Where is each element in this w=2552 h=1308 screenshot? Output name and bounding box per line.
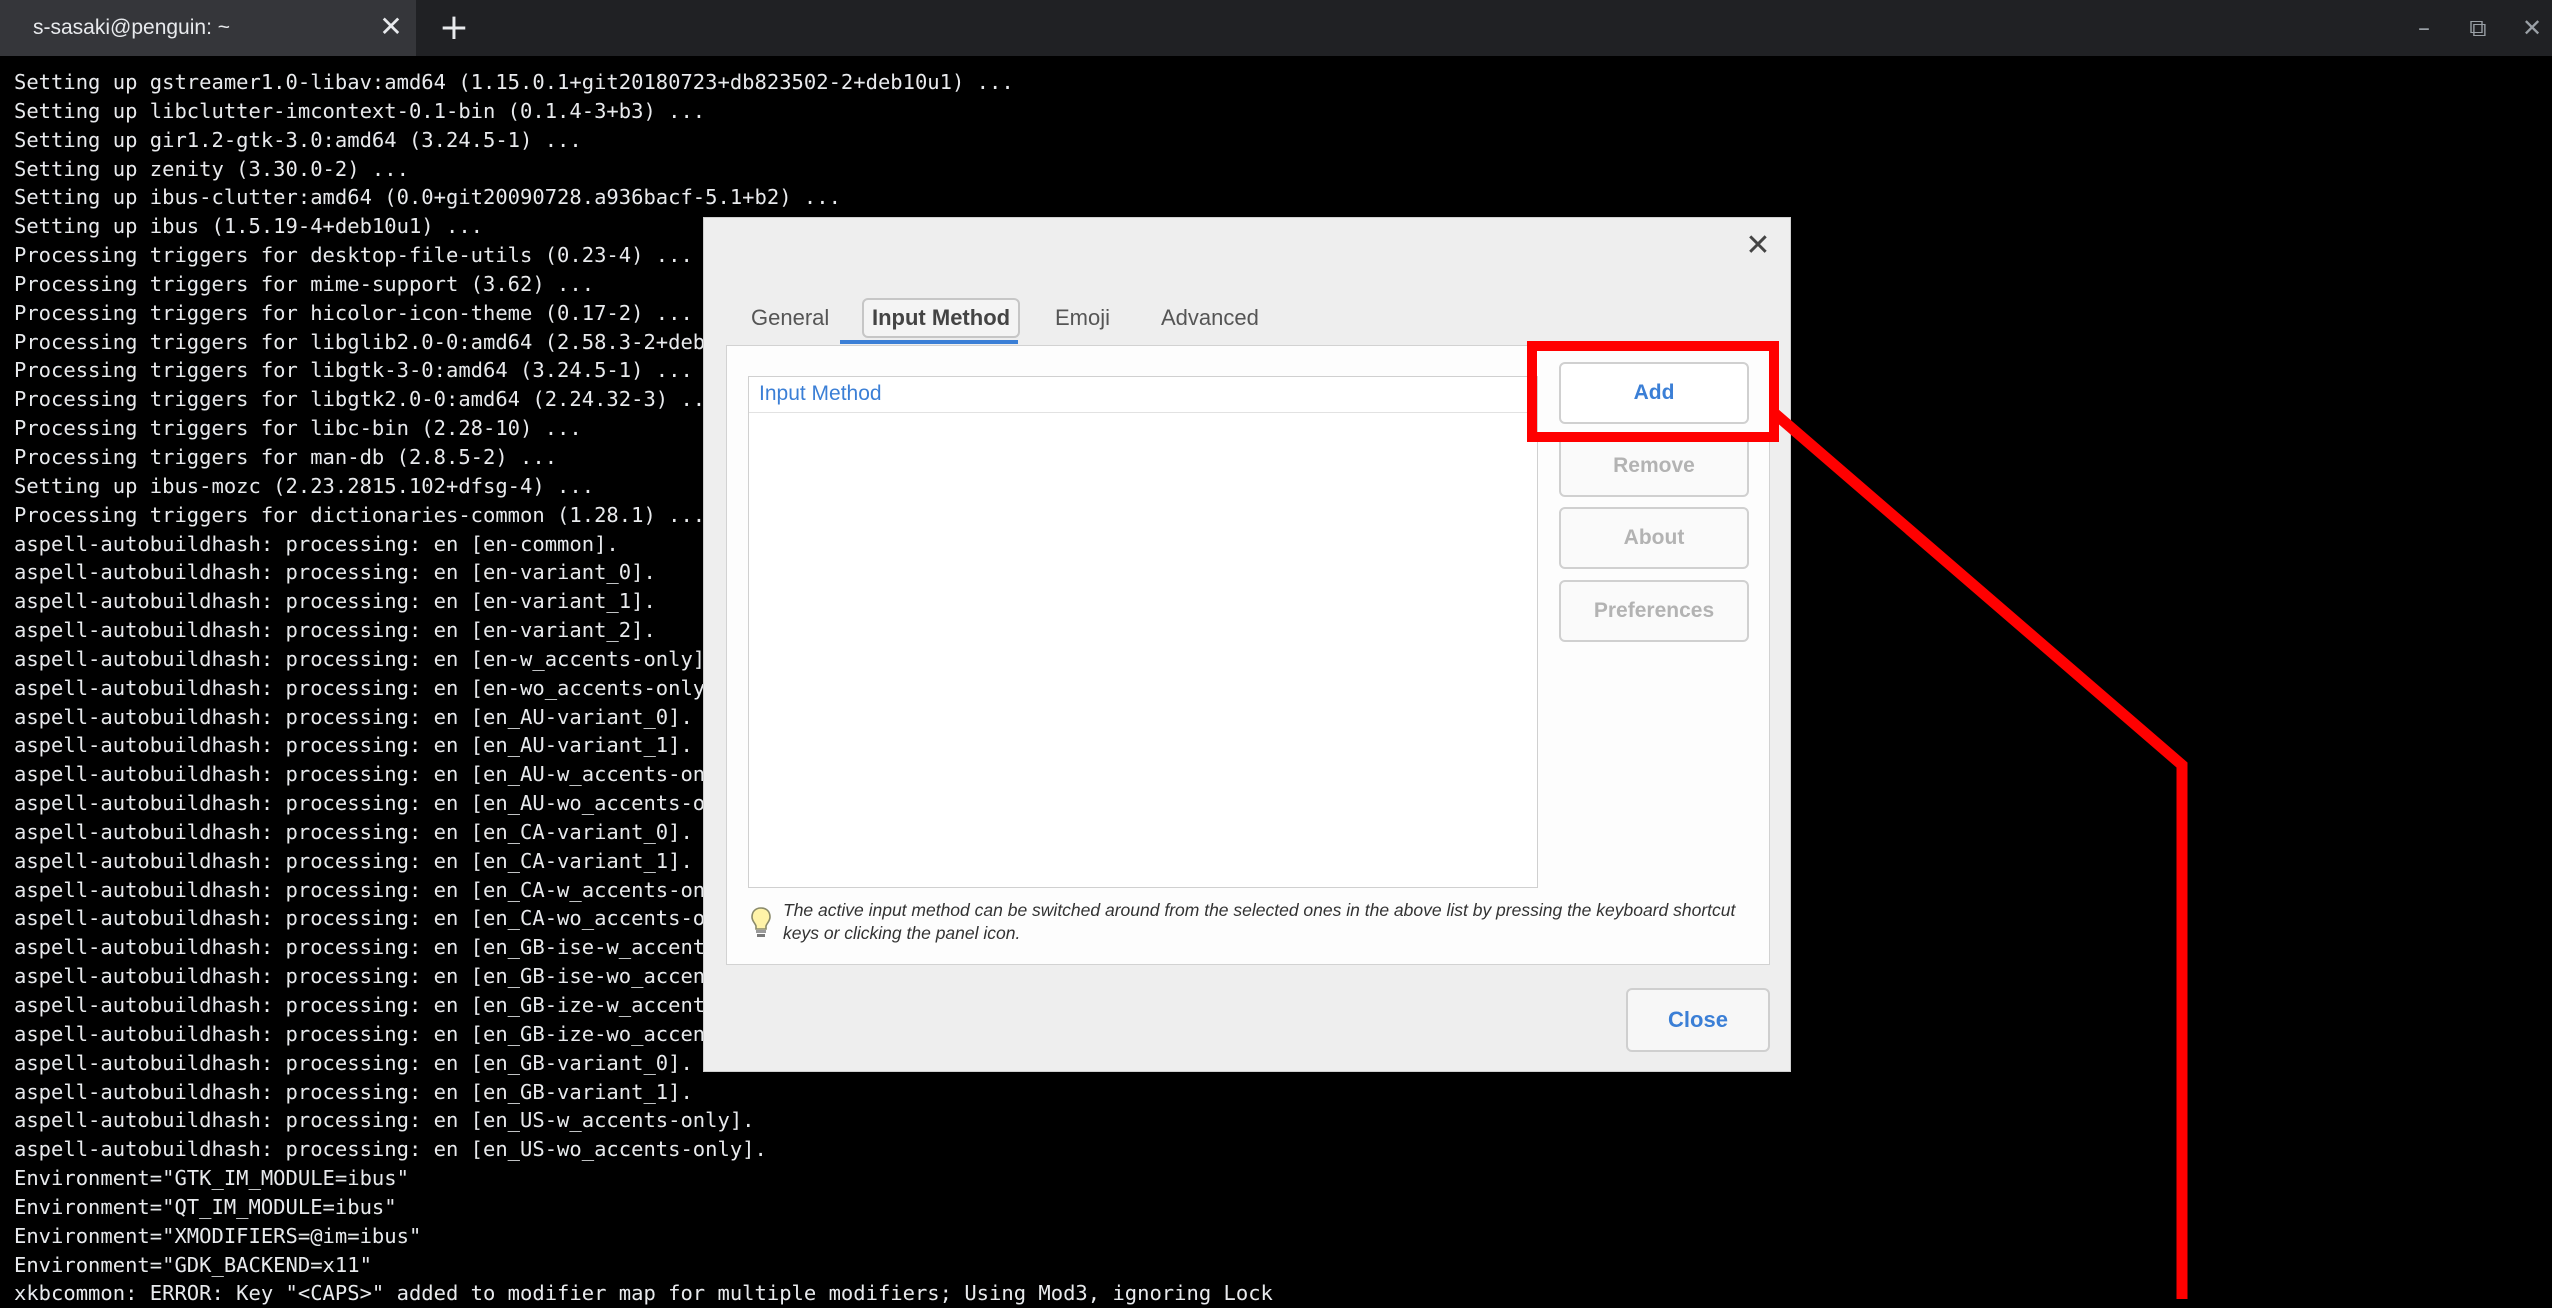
tab-emoji[interactable]: Emoji — [1055, 296, 1110, 340]
hint-text: The active input method can be switched … — [783, 900, 1736, 943]
terminal-line: Environment="QT_IM_MODULE=ibus" — [14, 1194, 397, 1219]
terminal-line: Setting up zenity (3.30.0-2) ... — [14, 156, 409, 181]
terminal-line: aspell-autobuildhash: processing: en [en… — [14, 993, 804, 1017]
terminal-line: Processing triggers for libgtk-3-0:amd64… — [14, 358, 693, 383]
preferences-button[interactable]: Preferences — [1559, 580, 1749, 642]
terminal-line: aspell-autobuildhash: processing: en [en… — [14, 964, 817, 989]
tab-input-method[interactable]: Input Method — [862, 298, 1021, 338]
terminal-line: Processing triggers for libc-bin (2.28-1… — [14, 416, 582, 441]
terminal-line: aspell-autobuildhash: processing: en [en… — [14, 1108, 755, 1133]
terminal-line: Setting up gir1.2-gtk-3.0:amd64 (3.24.5-… — [14, 127, 582, 152]
restore-icon[interactable]: ⧉ — [2461, 12, 2495, 44]
terminal-line: aspell-autobuildhash: processing: en [en… — [14, 848, 693, 873]
dialog-close-icon[interactable]: ✕ — [1740, 228, 1776, 264]
terminal-line: Processing triggers for desktop-file-uti… — [14, 243, 693, 268]
terminal-line: Environment="XMODIFIERS=@im=ibus" — [14, 1223, 422, 1248]
terminal-line: Processing triggers for mime-support (3.… — [14, 271, 595, 296]
terminal-line: Setting up ibus-clutter:amd64 (0.0+git20… — [14, 185, 841, 210]
about-button[interactable]: About — [1559, 507, 1749, 569]
tab-title: s-sasaki@penguin: ~ — [33, 16, 231, 39]
terminal-line: Processing triggers for man-db (2.8.5-2)… — [14, 444, 558, 469]
terminal-line: Environment="GDK_BACKEND=x11" — [14, 1252, 372, 1277]
terminal-line: aspell-autobuildhash: processing: en [en… — [14, 819, 693, 844]
terminal-line: Processing triggers for libglib2.0-0:amd… — [14, 329, 817, 354]
tab-general[interactable]: General — [751, 296, 829, 340]
terminal-line: aspell-autobuildhash: processing: en [en… — [14, 531, 619, 556]
terminal-line: xkbcommon: ERROR: Key "<CAPS>" added to … — [14, 1281, 1273, 1306]
terminal-line: aspell-autobuildhash: processing: en [en… — [14, 935, 804, 960]
terminal-line: Setting up ibus (1.5.19-4+deb10u1) ... — [14, 214, 483, 239]
terminal-line: aspell-autobuildhash: processing: en [en… — [14, 1137, 767, 1162]
title-bar: s-sasaki@penguin: ~ ✕ + – ⧉ ✕ — [0, 0, 2552, 56]
new-tab-icon[interactable]: + — [436, 10, 472, 46]
terminal-line: Setting up ibus-mozc (2.23.2815.102+dfsg… — [14, 473, 595, 498]
remove-button[interactable]: Remove — [1559, 435, 1749, 497]
terminal-line: aspell-autobuildhash: processing: en [en… — [14, 906, 767, 931]
terminal-line: aspell-autobuildhash: processing: en [en… — [14, 618, 656, 643]
active-tab-indicator — [840, 340, 1018, 344]
terminal-tab[interactable]: s-sasaki@penguin: ~ ✕ — [0, 0, 416, 56]
annotation-highlight-box — [1527, 341, 1779, 442]
lightbulb-icon — [751, 907, 771, 937]
input-method-column-header[interactable]: Input Method — [749, 377, 1537, 413]
terminal-line: aspell-autobuildhash: processing: en [en… — [14, 791, 767, 816]
terminal-line: Processing triggers for libgtk2.0-0:amd6… — [14, 387, 718, 412]
terminal-line: aspell-autobuildhash: processing: en [en… — [14, 704, 693, 729]
terminal-line: aspell-autobuildhash: processing: en [en… — [14, 1021, 817, 1046]
terminal-line: aspell-autobuildhash: processing: en [en… — [14, 675, 730, 700]
tab-advanced[interactable]: Advanced — [1161, 296, 1259, 340]
terminal-line: aspell-autobuildhash: processing: en [en… — [14, 589, 656, 614]
terminal-line: aspell-autobuildhash: processing: en [en… — [14, 762, 755, 787]
terminal-line: aspell-autobuildhash: processing: en [en… — [14, 1050, 693, 1075]
tab-close-icon[interactable]: ✕ — [376, 12, 406, 42]
terminal-line: aspell-autobuildhash: processing: en [en… — [14, 1079, 693, 1104]
terminal-line: Processing triggers for dictionaries-com… — [14, 502, 706, 527]
terminal-line: aspell-autobuildhash: processing: en [en… — [14, 733, 693, 758]
input-method-list[interactable]: Input Method — [748, 376, 1538, 888]
terminal-line: aspell-autobuildhash: processing: en [en… — [14, 877, 755, 902]
terminal-line: Processing triggers for hicolor-icon-the… — [14, 300, 693, 325]
minimize-icon[interactable]: – — [2407, 12, 2441, 44]
terminal-line: aspell-autobuildhash: processing: en [en… — [14, 646, 718, 671]
window-close-icon[interactable]: ✕ — [2515, 12, 2549, 44]
terminal-line: Setting up libclutter-imcontext-0.1-bin … — [14, 98, 706, 123]
terminal-line: aspell-autobuildhash: processing: en [en… — [14, 560, 656, 585]
terminal-line: Environment="GTK_IM_MODULE=ibus" — [14, 1166, 409, 1191]
terminal-line: Setting up gstreamer1.0-libav:amd64 (1.1… — [14, 70, 1014, 94]
close-button[interactable]: Close — [1626, 988, 1770, 1052]
